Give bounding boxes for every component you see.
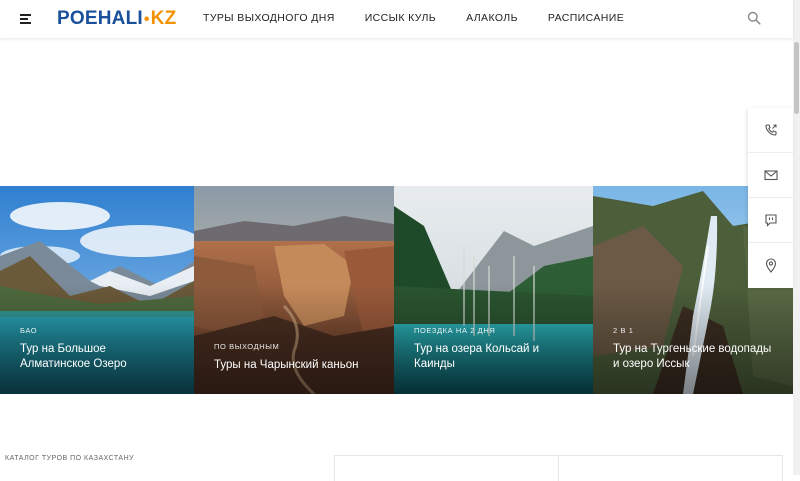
mail-icon[interactable] [748,153,793,198]
tour-card-big-almaty-lake[interactable]: БАО Тур на Большое Алматинское Озеро [0,186,194,394]
contact-side-panel [748,108,793,288]
chat-icon[interactable] [748,198,793,243]
card-tag: ПО ВЫХОДНЫМ [214,342,280,351]
site-logo[interactable]: POEHALI•KZ [57,8,176,30]
card-title: Тур на Тургеньские водопады и озеро Иссы… [613,343,772,370]
logo-dot: • [143,11,150,28]
card-tag: 2 В 1 [613,326,634,335]
catalog-heading: КАТАЛОГ ТУРОВ ПО КАЗАХСТАНУ [5,455,135,462]
scrollbar-thumb[interactable] [794,42,799,114]
location-icon[interactable] [748,243,793,287]
logo-tld: KZ [150,8,177,29]
catalog-panel [334,455,783,481]
nav-alakol[interactable]: АЛАКОЛЬ [466,12,518,24]
search-icon[interactable] [747,11,761,25]
nav-weekend-tours[interactable]: ТУРЫ ВЫХОДНОГО ДНЯ [203,12,335,24]
tour-cards-row: БАО Тур на Большое Алматинское Озеро ПО [0,186,793,394]
logo-main: POEHALI [57,8,143,29]
page-scrollbar[interactable] [793,0,800,475]
card-title: Туры на Чарынский каньон [214,359,359,371]
nav-issyk-kul[interactable]: ИССЫК КУЛЬ [365,12,436,24]
phone-icon[interactable] [748,108,793,153]
card-tag: БАО [20,326,38,335]
card-title: Тур на озера Кольсай и Каинды [414,343,540,370]
nav-schedule[interactable]: РАСПИСАНИЕ [548,12,624,24]
hamburger-icon[interactable] [20,14,31,24]
site-header: POEHALI•KZ ТУРЫ ВЫХОДНОГО ДНЯ ИССЫК КУЛЬ… [0,0,793,38]
tour-card-charyn-canyon[interactable]: ПО ВЫХОДНЫМ Туры на Чарынский каньон [194,186,394,394]
tour-card-kolsai-kaindy[interactable]: ПОЕЗДКА НА 2 ДНЯ Тур на озера Кольсай и … [394,186,593,394]
card-tag: ПОЕЗДКА НА 2 ДНЯ [414,326,496,335]
card-title: Тур на Большое Алматинское Озеро [20,343,127,370]
main-nav: ТУРЫ ВЫХОДНОГО ДНЯ ИССЫК КУЛЬ АЛАКОЛЬ РА… [203,12,654,24]
panel-divider [558,456,559,481]
